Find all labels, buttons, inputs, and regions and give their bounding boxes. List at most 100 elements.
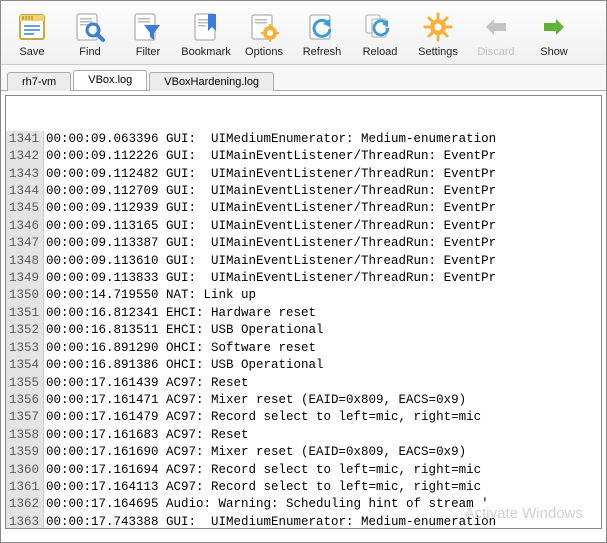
toolbar-label: Bookmark — [181, 46, 231, 58]
log-row: 136000:00:17.161694 AC97: Record select … — [6, 462, 601, 479]
save-button[interactable]: Save — [3, 5, 61, 62]
find-icon — [73, 10, 107, 44]
log-row: 134700:00:09.113387 GUI: UIMainEventList… — [6, 235, 601, 252]
discard-button: Discard — [467, 5, 525, 62]
line-number: 1356 — [6, 392, 44, 409]
toolbar-label: Find — [79, 46, 100, 58]
log-text: 00:00:16.891290 OHCI: Software reset — [44, 340, 316, 357]
line-number: 1341 — [6, 131, 44, 148]
log-row: 135000:00:14.719550 NAT: Link up — [6, 287, 601, 304]
line-number: 1351 — [6, 305, 44, 322]
tab-VBoxHardening-log[interactable]: VBoxHardening.log — [149, 72, 274, 91]
tab-rh7-vm[interactable]: rh7-vm — [7, 72, 71, 91]
save-icon — [15, 10, 49, 44]
log-text: 00:00:17.743388 GUI: UIMediumEnumerator:… — [44, 514, 496, 529]
settings-button[interactable]: Settings — [409, 5, 467, 62]
line-number: 1354 — [6, 357, 44, 374]
line-number: 1348 — [6, 253, 44, 270]
log-text: 00:00:17.161694 AC97: Record select to l… — [44, 462, 481, 479]
toolbar: Save Find Filter Bookmark Options Refresh Relo… — [1, 1, 606, 65]
log-text: 00:00:16.812341 EHCI: Hardware reset — [44, 305, 316, 322]
line-number: 1352 — [6, 322, 44, 339]
refresh-button[interactable]: Refresh — [293, 5, 351, 62]
toolbar-label: Options — [245, 46, 283, 58]
log-row: 136200:00:17.164695 Audio: Warning: Sche… — [6, 496, 601, 513]
show-icon — [537, 10, 571, 44]
toolbar-label: Settings — [418, 46, 458, 58]
log-row: 134400:00:09.112709 GUI: UIMainEventList… — [6, 183, 601, 200]
log-row: 135500:00:17.161439 AC97: Reset — [6, 375, 601, 392]
line-number: 1342 — [6, 148, 44, 165]
reload-button[interactable]: Reload — [351, 5, 409, 62]
log-text: 00:00:17.161479 AC97: Record select to l… — [44, 409, 481, 426]
line-number: 1347 — [6, 235, 44, 252]
reload-icon — [363, 10, 397, 44]
log-row: 136100:00:17.164113 AC97: Record select … — [6, 479, 601, 496]
log-text: 00:00:17.161683 AC97: Reset — [44, 427, 249, 444]
log-text: 00:00:09.113387 GUI: UIMainEventListener… — [44, 235, 496, 252]
line-number: 1360 — [6, 462, 44, 479]
log-row: 134500:00:09.112939 GUI: UIMainEventList… — [6, 200, 601, 217]
log-text: 00:00:09.112939 GUI: UIMainEventListener… — [44, 200, 496, 217]
log-text: 00:00:09.063396 GUI: UIMediumEnumerator:… — [44, 131, 496, 148]
log-text: 00:00:17.161690 AC97: Mixer reset (EAID=… — [44, 444, 466, 461]
log-text: 00:00:16.813511 EHCI: USB Operational — [44, 322, 324, 339]
line-number: 1362 — [6, 496, 44, 513]
bookmark-icon — [189, 10, 223, 44]
line-number: 1350 — [6, 287, 44, 304]
log-row: 136300:00:17.743388 GUI: UIMediumEnumera… — [6, 514, 601, 529]
log-row: 134900:00:09.113833 GUI: UIMainEventList… — [6, 270, 601, 287]
log-text: 00:00:09.113833 GUI: UIMainEventListener… — [44, 270, 496, 287]
log-row: 134800:00:09.113610 GUI: UIMainEventList… — [6, 253, 601, 270]
bookmark-button[interactable]: Bookmark — [177, 5, 235, 62]
toolbar-label: Refresh — [303, 46, 342, 58]
line-number: 1358 — [6, 427, 44, 444]
log-row: 135200:00:16.813511 EHCI: USB Operationa… — [6, 322, 601, 339]
toolbar-label: Save — [19, 46, 44, 58]
refresh-icon — [305, 10, 339, 44]
tab-bar: rh7-vmVBox.logVBoxHardening.log — [1, 65, 606, 91]
log-row: 134600:00:09.113165 GUI: UIMainEventList… — [6, 218, 601, 235]
line-number: 1343 — [6, 166, 44, 183]
toolbar-label: Filter — [136, 46, 160, 58]
log-row: 135900:00:17.161690 AC97: Mixer reset (E… — [6, 444, 601, 461]
line-number: 1345 — [6, 200, 44, 217]
discard-icon — [479, 10, 513, 44]
log-text: 00:00:16.891386 OHCI: USB Operational — [44, 357, 324, 374]
line-number: 1361 — [6, 479, 44, 496]
log-row: 135300:00:16.891290 OHCI: Software reset — [6, 340, 601, 357]
log-row: 135400:00:16.891386 OHCI: USB Operationa… — [6, 357, 601, 374]
line-number: 1344 — [6, 183, 44, 200]
tab-VBox-log[interactable]: VBox.log — [73, 70, 147, 90]
options-button[interactable]: Options — [235, 5, 293, 62]
log-row: 134200:00:09.112226 GUI: UIMainEventList… — [6, 148, 601, 165]
log-text: 00:00:17.164695 Audio: Warning: Scheduli… — [44, 496, 489, 513]
line-number: 1359 — [6, 444, 44, 461]
log-text: 00:00:09.112482 GUI: UIMainEventListener… — [44, 166, 496, 183]
line-number: 1349 — [6, 270, 44, 287]
log-row: 134300:00:09.112482 GUI: UIMainEventList… — [6, 166, 601, 183]
log-text: 00:00:09.113165 GUI: UIMainEventListener… — [44, 218, 496, 235]
settings-icon — [421, 10, 455, 44]
line-number: 1346 — [6, 218, 44, 235]
options-icon — [247, 10, 281, 44]
show-button[interactable]: Show — [525, 5, 583, 62]
log-row: 135800:00:17.161683 AC97: Reset — [6, 427, 601, 444]
line-number: 1357 — [6, 409, 44, 426]
log-text: 00:00:09.113610 GUI: UIMainEventListener… — [44, 253, 496, 270]
line-number: 1355 — [6, 375, 44, 392]
filter-icon — [131, 10, 165, 44]
log-text: 00:00:17.164113 AC97: Record select to l… — [44, 479, 481, 496]
log-text: 00:00:17.161439 AC97: Reset — [44, 375, 249, 392]
log-row: 135100:00:16.812341 EHCI: Hardware reset — [6, 305, 601, 322]
find-button[interactable]: Find — [61, 5, 119, 62]
log-row: 135700:00:17.161479 AC97: Record select … — [6, 409, 601, 426]
log-viewer[interactable]: 134100:00:09.063396 GUI: UIMediumEnumera… — [5, 95, 602, 529]
line-number: 1363 — [6, 514, 44, 529]
filter-button[interactable]: Filter — [119, 5, 177, 62]
toolbar-label: Discard — [477, 46, 514, 58]
toolbar-label: Show — [540, 46, 568, 58]
log-text: 00:00:14.719550 NAT: Link up — [44, 287, 256, 304]
toolbar-label: Reload — [363, 46, 398, 58]
log-row: 134100:00:09.063396 GUI: UIMediumEnumera… — [6, 131, 601, 148]
